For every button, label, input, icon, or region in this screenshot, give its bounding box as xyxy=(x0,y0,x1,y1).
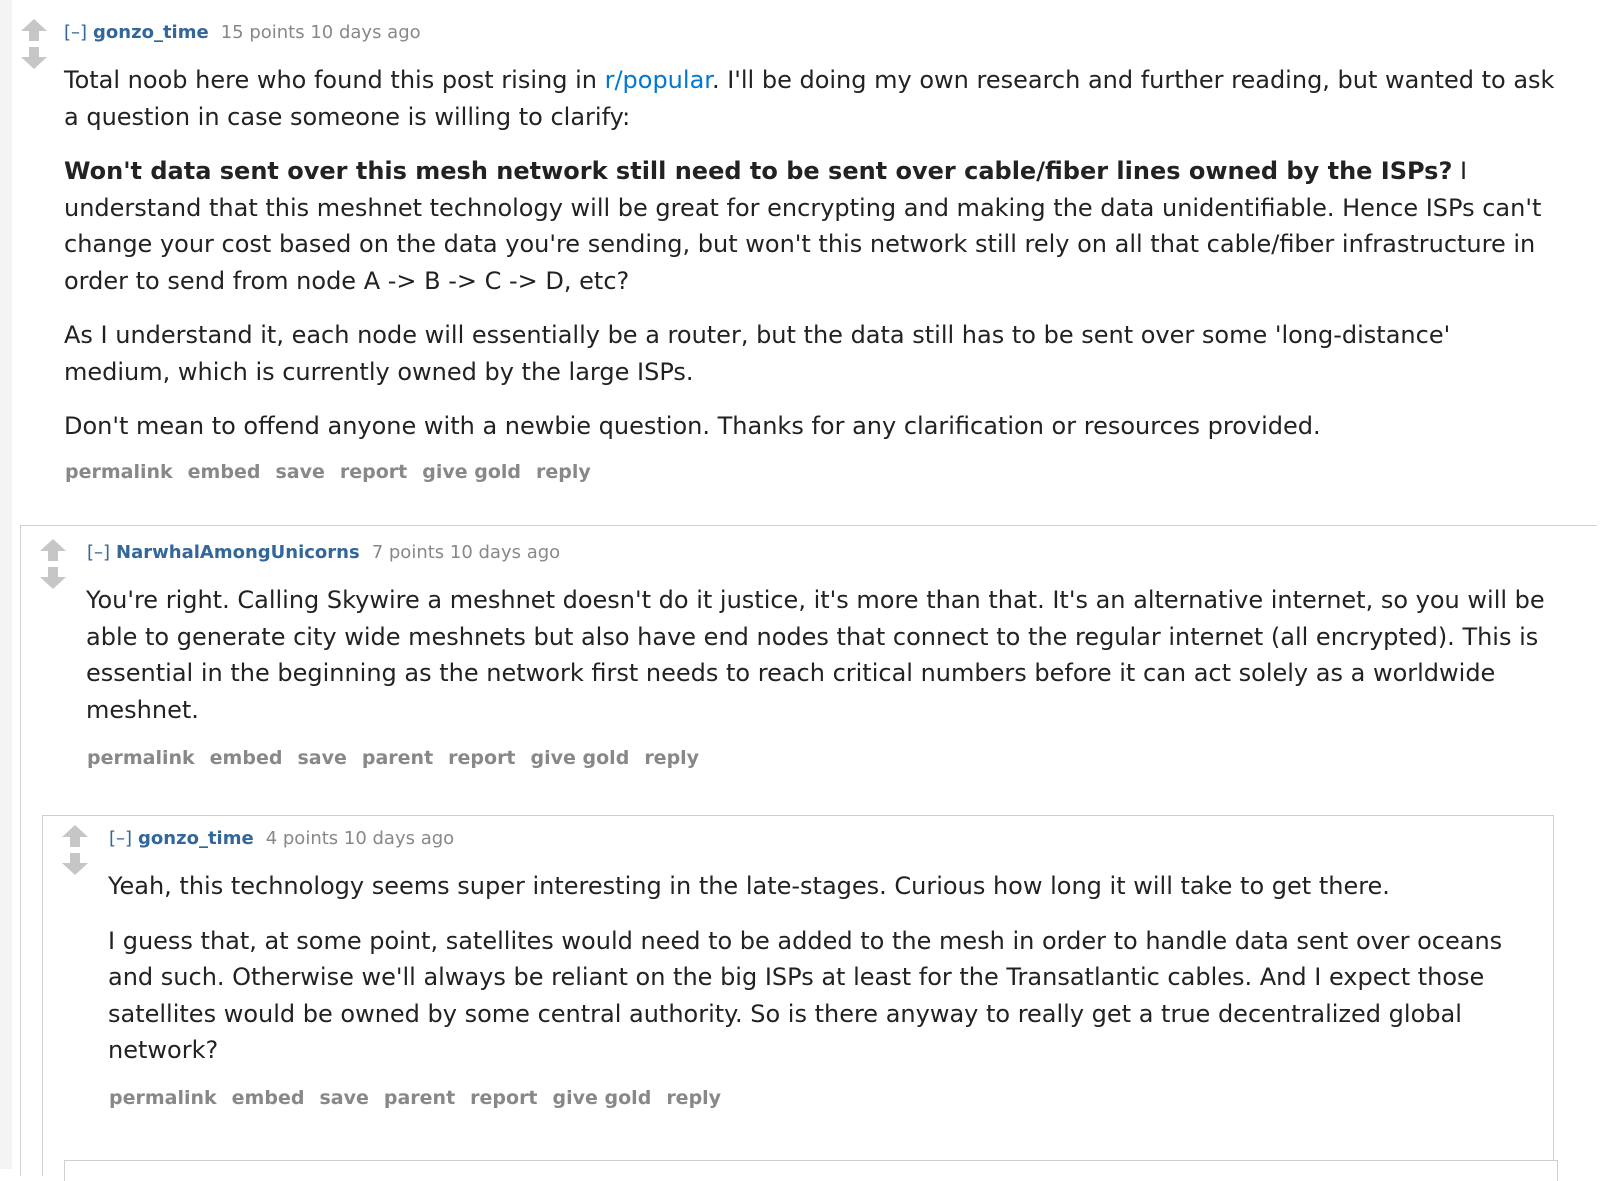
comment-body: Yeah, this technology seems super intere… xyxy=(108,868,1528,1087)
comment-buttons: permalink embed save parent report give gold r… xyxy=(109,1087,736,1109)
vote-arrows xyxy=(61,824,89,876)
comment-buttons: permalink embed save report give gold reply xyxy=(65,461,606,483)
downvote-arrow-icon[interactable] xyxy=(39,566,67,590)
vote-arrows xyxy=(39,538,67,590)
permalink-button[interactable]: permalink xyxy=(65,461,173,483)
tagline: [–] gonzo_time 4 points 10 days ago xyxy=(109,828,454,849)
comment-buttons: permalink embed save parent report give gold r… xyxy=(87,747,714,769)
parent-button[interactable]: parent xyxy=(362,747,433,769)
upvote-arrow-icon[interactable] xyxy=(61,824,89,848)
paragraph: Won't data sent over this mesh network s… xyxy=(64,157,1542,295)
author-link[interactable]: gonzo_time xyxy=(138,828,254,849)
downvote-arrow-icon[interactable] xyxy=(20,46,48,70)
paragraph: Total noob here who found this post risi… xyxy=(64,66,1555,131)
downvote-arrow-icon[interactable] xyxy=(61,852,89,876)
paragraph: I guess that, at some point, satellites … xyxy=(108,926,1503,1065)
paragraph: As I understand it, each node will essen… xyxy=(64,321,1451,386)
upvote-arrow-icon[interactable] xyxy=(20,18,48,42)
collapse-toggle[interactable]: [–] xyxy=(64,22,87,43)
embed-button[interactable]: embed xyxy=(210,747,283,769)
comment-body: You're right. Calling Skywire a meshnet … xyxy=(86,582,1566,746)
bold-question: Won't data sent over this mesh network s… xyxy=(64,157,1453,185)
author-link[interactable]: gonzo_time xyxy=(93,22,209,43)
report-button[interactable]: report xyxy=(470,1087,537,1109)
child-comment: [–] gonzo_time 4 points 10 days ago Yeah, … xyxy=(42,815,1554,1176)
vote-arrows xyxy=(20,18,48,70)
give-gold-button[interactable]: give gold xyxy=(553,1087,652,1109)
collapse-toggle[interactable]: [–] xyxy=(109,828,132,849)
save-button[interactable]: save xyxy=(275,461,324,483)
upvote-arrow-icon[interactable] xyxy=(39,538,67,562)
permalink-button[interactable]: permalink xyxy=(109,1087,217,1109)
tagline: [–] gonzo_time 15 points 10 days ago xyxy=(64,22,421,43)
nested-comment-edge xyxy=(64,1160,1558,1181)
report-button[interactable]: report xyxy=(340,461,407,483)
give-gold-button[interactable]: give gold xyxy=(531,747,630,769)
reply-button[interactable]: reply xyxy=(666,1087,721,1109)
collapse-toggle[interactable]: [–] xyxy=(87,542,110,563)
permalink-button[interactable]: permalink xyxy=(87,747,195,769)
reply-button[interactable]: reply xyxy=(644,747,699,769)
comment-meta: 4 points 10 days ago xyxy=(265,828,455,849)
reply-button[interactable]: reply xyxy=(536,461,591,483)
tagline: [–] NarwhalAmongUnicorns 7 points 10 days … xyxy=(87,542,560,563)
embed-button[interactable]: embed xyxy=(232,1087,305,1109)
give-gold-button[interactable]: give gold xyxy=(422,461,521,483)
save-button[interactable]: save xyxy=(297,747,346,769)
save-button[interactable]: save xyxy=(319,1087,368,1109)
paragraph: Don't mean to offend anyone with a newbi… xyxy=(64,412,1321,440)
comment-body: Total noob here who found this post risi… xyxy=(64,62,1564,463)
author-link[interactable]: NarwhalAmongUnicorns xyxy=(116,542,360,563)
left-rail xyxy=(0,0,12,1169)
comment-meta: 7 points 10 days ago xyxy=(371,542,561,563)
subreddit-link[interactable]: r/popular xyxy=(605,66,712,94)
embed-button[interactable]: embed xyxy=(188,461,261,483)
paragraph: Yeah, this technology seems super intere… xyxy=(108,872,1390,900)
comment-meta: 15 points 10 days ago xyxy=(220,22,421,43)
paragraph: You're right. Calling Skywire a meshnet … xyxy=(86,586,1545,724)
parent-button[interactable]: parent xyxy=(384,1087,455,1109)
report-button[interactable]: report xyxy=(448,747,515,769)
